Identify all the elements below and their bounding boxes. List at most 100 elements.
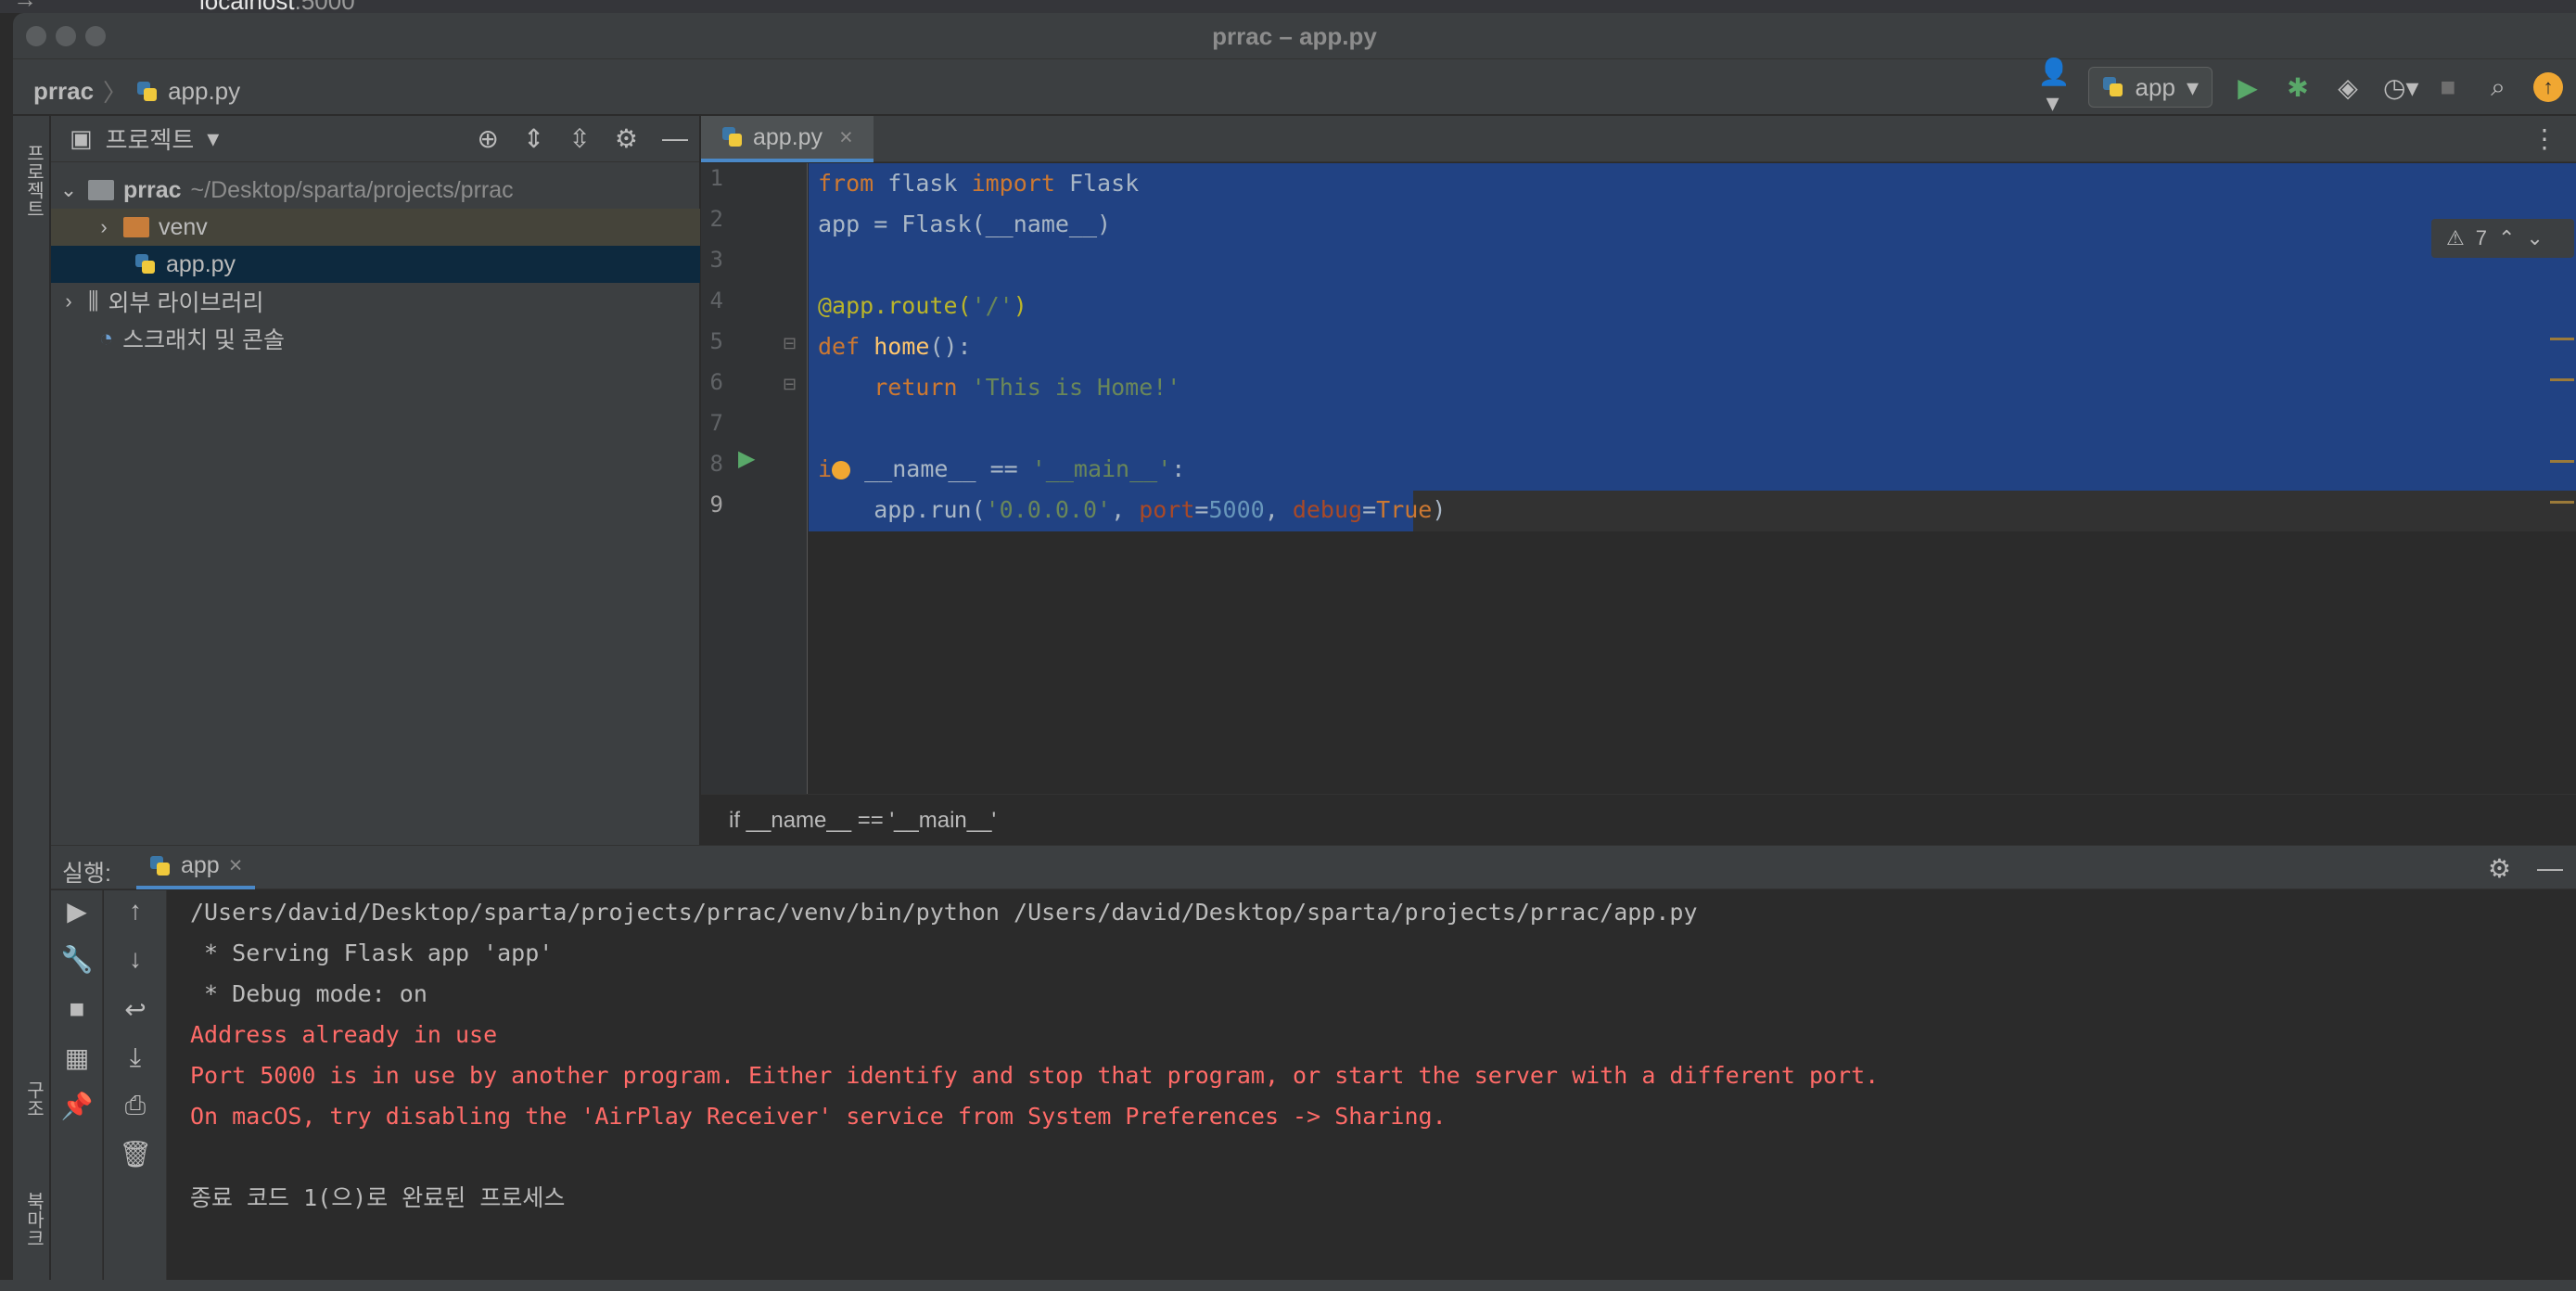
close-icon[interactable]: × xyxy=(229,852,243,879)
collapse-all-icon[interactable]: ⇳ xyxy=(568,123,590,154)
rerun-icon[interactable]: ▶ xyxy=(51,896,103,927)
print-icon[interactable]: ⎙ xyxy=(109,1091,161,1121)
tree-item-external-libraries[interactable]: › ⫼ 외부 라이브러리 xyxy=(51,283,700,320)
python-config-icon xyxy=(2102,76,2124,98)
editor-gutter[interactable]: 1 2 3 4 5 6 7 8 9 ▶ ⊟ ⊟ xyxy=(701,163,808,794)
error-stripe-mark[interactable] xyxy=(2550,378,2574,381)
folder-icon xyxy=(123,217,149,237)
stop-icon[interactable]: ■ xyxy=(2433,72,2463,102)
code-line-6: return 'This is Home!' xyxy=(874,374,1181,401)
line-number: 8 xyxy=(709,451,723,477)
pin-icon[interactable]: 📌 xyxy=(51,1091,103,1121)
search-icon[interactable]: ⌕ xyxy=(2483,72,2513,103)
fold-icon[interactable]: ⊟ xyxy=(783,334,797,353)
console-line: * Debug mode: on xyxy=(190,980,427,1007)
error-stripe-mark[interactable] xyxy=(2550,501,2574,504)
line-number: 4 xyxy=(709,288,723,313)
tree-item-app-py[interactable]: app.py xyxy=(51,246,700,283)
tree-item-path: ~/Desktop/sparta/projects/prrac xyxy=(190,176,514,203)
chevron-down-icon: ▾ xyxy=(2186,72,2199,101)
coverage-icon[interactable]: ◈ xyxy=(2333,72,2363,103)
chevron-down-icon[interactable]: ⌄ xyxy=(58,178,79,202)
line-number: 6 xyxy=(709,369,723,395)
folder-icon xyxy=(88,180,114,200)
arrow-up-icon[interactable]: ↑ xyxy=(109,896,161,926)
console-error-line: Address already in use xyxy=(190,1021,498,1048)
project-tool-tab[interactable]: 프로젝트 xyxy=(20,144,47,218)
python-config-icon xyxy=(149,855,172,877)
inspection-count: 7 xyxy=(2475,226,2487,249)
chevron-right-icon[interactable]: › xyxy=(58,289,79,313)
tree-item-venv[interactable]: › venv xyxy=(51,209,700,246)
update-icon[interactable]: ↑ xyxy=(2533,72,2563,102)
intention-bulb-icon[interactable] xyxy=(832,461,851,479)
library-icon: ⫼ xyxy=(88,288,99,314)
console-error-line: On macOS, try disabling the 'AirPlay Rec… xyxy=(190,1103,1447,1130)
project-panel-header: ▣ 프로젝트 ▾ ⊕ ⇕ ⇳ ⚙ — xyxy=(51,116,699,162)
locate-icon[interactable]: ⊕ xyxy=(477,123,498,154)
python-file-icon xyxy=(136,81,159,103)
layout-icon[interactable]: ▦ xyxy=(51,1042,103,1073)
browser-back-icon[interactable]: → xyxy=(13,0,37,13)
browser-url[interactable]: localhost:5000 xyxy=(199,0,355,13)
console-error-line: Port 5000 is in use by another program. … xyxy=(190,1062,1880,1089)
breadcrumb-project[interactable]: prrac xyxy=(33,77,94,106)
console-output[interactable]: /Users/david/Desktop/sparta/projects/prr… xyxy=(168,890,2576,1291)
tree-item-label: app.py xyxy=(166,250,236,277)
code-line-2: app = Flask(__name__) xyxy=(818,211,1112,237)
tree-item-label: 스크래치 및 콘솔 xyxy=(122,327,286,353)
chevron-down-icon[interactable]: ⌄ xyxy=(2526,226,2543,250)
expand-all-icon[interactable]: ⇕ xyxy=(523,123,544,154)
run-gutter-icon[interactable]: ▶ xyxy=(738,445,755,472)
gear-icon[interactable]: ⚙ xyxy=(2488,853,2511,884)
tree-item-root[interactable]: ⌄ prrac ~/Desktop/sparta/projects/prrac xyxy=(51,172,700,209)
scroll-to-end-icon[interactable]: ⤓ xyxy=(109,1042,161,1073)
chevron-up-icon[interactable]: ⌃ xyxy=(2498,226,2515,250)
error-stripe-mark[interactable] xyxy=(2550,460,2574,463)
hide-icon[interactable]: — xyxy=(2537,853,2563,884)
tab-app-py[interactable]: app.py × xyxy=(701,116,874,162)
structure-tool-tab[interactable]: 구조 xyxy=(20,1080,47,1118)
soft-wrap-icon[interactable]: ↩ xyxy=(109,994,161,1025)
gear-icon[interactable]: ⚙ xyxy=(615,123,638,154)
run-icon[interactable]: ▶ xyxy=(2233,72,2263,103)
arrow-down-icon[interactable]: ↓ xyxy=(109,944,161,974)
tree-item-scratches[interactable]: ◔ 스크래치 및 콘솔 xyxy=(51,320,700,357)
account-icon[interactable]: 👤▾ xyxy=(2038,57,2071,118)
chevron-down-icon[interactable]: ▾ xyxy=(207,124,219,153)
breadcrumb-file[interactable]: app.py xyxy=(168,77,240,106)
warning-icon: ⚠ xyxy=(2446,226,2465,249)
tree-item-label: 외부 라이브러리 xyxy=(108,290,264,316)
trash-icon[interactable]: 🗑 xyxy=(109,1139,161,1170)
project-panel-title[interactable]: 프로젝트 xyxy=(106,121,195,156)
run-configuration-select[interactable]: app ▾ xyxy=(2087,67,2213,108)
inspection-widget[interactable]: ⚠ 7 ⌃ ⌄ xyxy=(2431,219,2574,258)
debug-icon[interactable]: ✱ xyxy=(2283,72,2313,103)
console-line: * Serving Flask app 'app' xyxy=(190,939,554,966)
editor-tab-bar: app.py × ⋮ xyxy=(701,116,2576,162)
bookmarks-tool-tab[interactable]: 북마크 xyxy=(20,1192,47,1247)
code-line-9: app.run('0.0.0.0', port=5000, debug=True… xyxy=(818,496,1447,523)
fold-icon[interactable]: ⊟ xyxy=(783,375,797,394)
run-tab-app[interactable]: app × xyxy=(136,846,256,889)
profile-icon[interactable]: ◷▾ xyxy=(2383,72,2419,103)
run-panel-label: 실행: xyxy=(62,861,111,887)
more-vertical-icon[interactable]: ⋮ xyxy=(2531,123,2557,154)
stop-icon[interactable]: ■ xyxy=(51,994,103,1024)
project-view-icon: ▣ xyxy=(70,124,93,152)
editor-area: app.py × ⋮ 1 2 3 4 5 6 7 8 9 ▶ ⊟ ⊟ from … xyxy=(701,116,2576,845)
code-breadcrumb[interactable]: if __name__ == '__main__' xyxy=(701,794,2576,845)
close-icon[interactable]: × xyxy=(839,124,853,151)
hide-icon[interactable]: — xyxy=(662,123,688,154)
console-line: 종료 코드 1(으)로 완료된 프로세스 xyxy=(190,1184,566,1211)
line-number: 1 xyxy=(709,165,723,191)
line-number: 7 xyxy=(709,410,723,436)
error-stripe-mark[interactable] xyxy=(2550,338,2574,340)
line-number: 9 xyxy=(709,492,723,518)
status-bar xyxy=(0,1280,2576,1291)
wrench-icon[interactable]: 🔧 xyxy=(51,944,103,975)
chevron-right-icon[interactable]: › xyxy=(94,215,114,239)
navigation-bar: prrac 〉 app.py 👤▾ app ▾ ▶ ✱ ◈ ◷▾ ■ ⌕ ↑ xyxy=(13,57,2576,118)
run-configuration-label: app xyxy=(2135,72,2175,101)
code-editor[interactable]: from flask import Flask app = Flask(__na… xyxy=(809,163,2576,794)
